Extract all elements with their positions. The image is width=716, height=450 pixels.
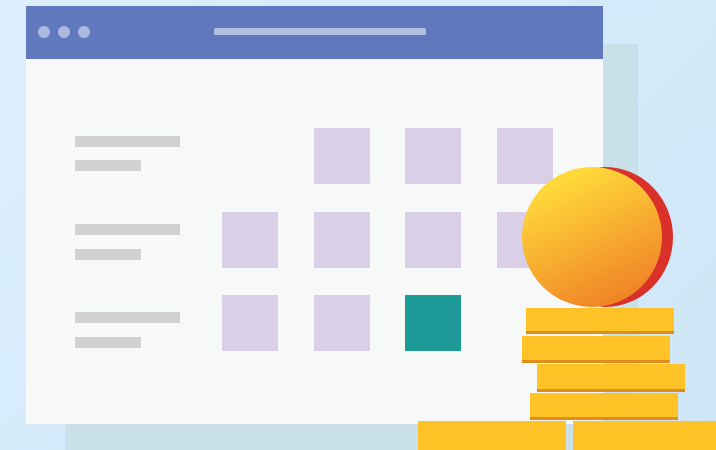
coin-illustration	[418, 167, 716, 450]
stack-coin	[530, 393, 678, 420]
coin-icon	[522, 167, 673, 307]
coin-stack-icon	[418, 308, 716, 450]
stack-coin	[522, 336, 670, 363]
stack-coin	[537, 364, 685, 392]
stack-coin	[418, 421, 716, 450]
illustration-scene	[0, 0, 716, 450]
stack-coin	[526, 308, 674, 334]
